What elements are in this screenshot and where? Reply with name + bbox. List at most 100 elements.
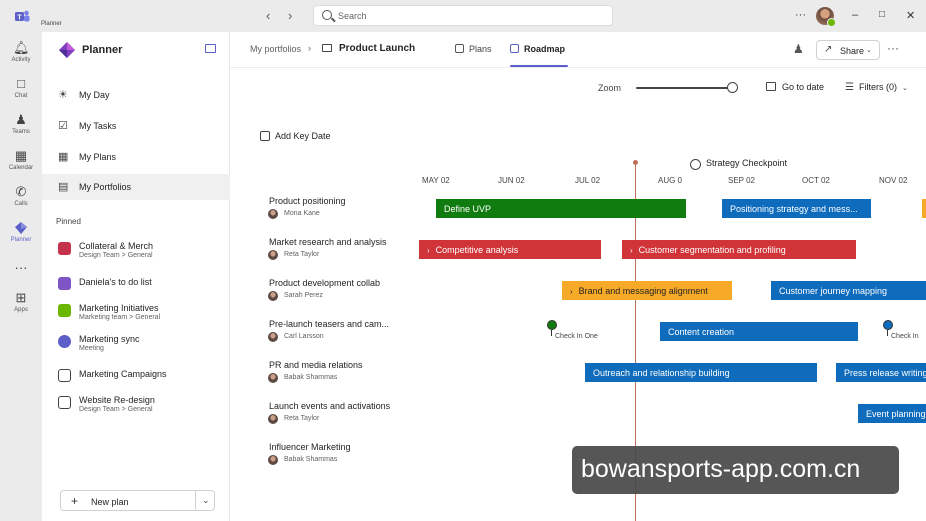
rail-item-chat[interactable]: □ Chat <box>0 76 42 99</box>
zoom-slider[interactable] <box>636 82 738 93</box>
split-divider <box>195 491 196 510</box>
bar-label: Brand and messaging alignment <box>578 286 708 296</box>
month-label: SEP 02 <box>728 176 755 185</box>
row-owner: Reta Taylor <box>284 415 320 422</box>
timeline-bar[interactable]: Event planning <box>858 404 926 423</box>
roadmap-row[interactable]: Product development collab Sarah Perez ›… <box>230 276 926 317</box>
collapse-sidebar-icon[interactable] <box>205 44 216 53</box>
nav-item-label: My Portfolios <box>79 182 132 192</box>
month-label: OCT 02 <box>802 176 830 185</box>
nav-item-my-portfolios[interactable]: ▤ My Portfolios <box>42 174 230 200</box>
plans-icon <box>455 44 464 53</box>
timeline-bar[interactable]: › Competitive analysis <box>419 240 601 259</box>
plan-item[interactable]: Marketing Campaigns <box>42 366 230 396</box>
roadmap-row[interactable]: Launch events and activations Reta Taylo… <box>230 399 926 440</box>
row-name: Launch events and activations <box>269 401 391 411</box>
more-options-icon[interactable]: ··· <box>795 9 806 21</box>
bell-icon: 🔔︎ <box>13 40 30 55</box>
check-in-pin-icon <box>883 320 893 330</box>
milestone-check-icon <box>690 159 701 170</box>
tab-roadmap[interactable]: Roadmap <box>510 44 565 54</box>
breadcrumb[interactable]: My portfolios <box>250 44 301 54</box>
chevron-down-icon[interactable]: ⌄ <box>202 495 210 506</box>
add-key-date-icon <box>260 131 270 141</box>
rail-item-label: Calendar <box>8 165 34 171</box>
more-options-icon[interactable]: ··· <box>887 41 899 55</box>
plan-name: Marketing sync <box>79 334 140 344</box>
rail-item-activity[interactable]: 🔔︎ Activity <box>0 40 42 63</box>
rail-item-planner[interactable]: Planner <box>0 220 42 243</box>
phone-icon: ✆ <box>15 184 27 199</box>
avatar <box>268 414 278 424</box>
plan-subtitle: Marketing team > General <box>79 314 161 321</box>
row-name: PR and media relations <box>269 360 363 370</box>
nav-item-my-tasks[interactable]: ☑ My Tasks <box>42 113 230 139</box>
plan-item[interactable]: Marketing Initiatives Marketing team > G… <box>42 301 230 331</box>
plan-item[interactable]: Marketing sync Meeting <box>42 332 230 362</box>
rail-item-calls[interactable]: ✆ Calls <box>0 184 42 207</box>
calendar-icon <box>766 82 776 91</box>
roadmap-row[interactable]: Market research and analysis Reta Taylor… <box>230 235 926 276</box>
share-button[interactable]: ↗ Share ⌄ <box>816 40 880 60</box>
row-name: Product positioning <box>269 196 346 206</box>
teams-icon: ♟ <box>15 112 27 127</box>
search-icon <box>322 10 332 20</box>
nav-item-my-day[interactable]: ☀ My Day <box>42 82 230 108</box>
chat-icon: □ <box>17 76 25 91</box>
watermark-text: bowansports-app.com.cn <box>572 446 899 494</box>
rail-item-teams[interactable]: ♟ Teams <box>0 112 42 135</box>
row-owner: Reta Taylor <box>284 251 320 258</box>
maximize-icon[interactable]: □ <box>879 9 885 20</box>
rail-more-apps[interactable]: ··· <box>0 260 42 276</box>
roadmap-row[interactable]: Pre-launch teasers and cam... Carl Larss… <box>230 317 926 358</box>
rail-item-calendar[interactable]: ▦ Calendar <box>0 148 42 171</box>
timeline-bar[interactable]: Press release writing <box>836 363 926 382</box>
search-box[interactable]: Search <box>313 5 613 26</box>
add-key-date-button[interactable]: Add Key Date <box>260 131 331 141</box>
plan-subtitle: Design Team > General <box>79 252 153 259</box>
tab-plans[interactable]: Plans <box>455 44 492 54</box>
teams-logo-icon: T <box>15 10 30 22</box>
minimize-icon[interactable]: – <box>852 9 858 21</box>
avatar <box>268 455 278 465</box>
timeline-bar[interactable]: Positioning strategy and mess... <box>722 199 871 218</box>
plan-item[interactable]: Collateral & Merch Design Team > General <box>42 239 230 269</box>
rail-item-apps[interactable]: ⊞ Apps <box>0 290 42 313</box>
back-arrow-icon[interactable]: ‹ <box>266 8 270 23</box>
bar-label: Customer journey mapping <box>779 286 888 296</box>
timeline-bar[interactable]: Define UVP <box>436 199 686 218</box>
plan-name: Daniela's to do list <box>79 277 152 287</box>
timeline-bar[interactable]: Outreach and relationship building <box>585 363 817 382</box>
zoom-slider-thumb[interactable] <box>727 82 738 93</box>
avatar <box>268 373 278 383</box>
rail-item-label: Apps <box>14 307 28 313</box>
plan-item[interactable]: Website Re-design Design Team > General <box>42 393 230 423</box>
new-plan-button[interactable]: + New plan ⌄ <box>60 490 215 511</box>
row-owner: Carl Larsson <box>284 333 324 340</box>
people-icon[interactable]: ♟ <box>793 42 804 56</box>
timeline-bar-offscreen[interactable] <box>922 199 926 218</box>
check-in-label: Check In <box>891 333 919 340</box>
row-owner: Sarah Perez <box>284 292 323 299</box>
go-to-date-button[interactable]: Go to date <box>766 82 824 92</box>
close-icon[interactable]: ✕ <box>906 9 915 22</box>
month-label: MAY 02 <box>422 176 450 185</box>
timeline-bar[interactable]: Content creation <box>660 322 858 341</box>
timeline-bar[interactable]: › Brand and messaging alignment <box>562 281 732 300</box>
timeline-bar[interactable]: Customer journey mapping <box>771 281 926 300</box>
share-label: Share <box>840 46 865 56</box>
filters-button[interactable]: ☰ Filters (0) ⌄ <box>845 82 908 93</box>
row-owner: Babak Shammas <box>284 456 338 463</box>
forward-arrow-icon[interactable]: › <box>288 8 292 23</box>
plan-name: Website Re-design <box>79 395 155 405</box>
check-in-label: Check In One <box>555 333 598 340</box>
timeline-bar[interactable]: › Customer segmentation and profiling <box>622 240 856 259</box>
plan-item[interactable]: Daniela's to do list <box>42 274 230 304</box>
check-in-stem <box>887 330 888 336</box>
nav-item-my-plans[interactable]: ▦ My Plans <box>42 144 230 170</box>
roadmap-row[interactable]: PR and media relations Babak Shammas Out… <box>230 358 926 399</box>
bar-label: Outreach and relationship building <box>593 368 730 378</box>
roadmap-icon <box>510 44 519 53</box>
user-avatar[interactable] <box>816 7 836 27</box>
roadmap-row[interactable]: Product positioning Mona Kane Define UVP… <box>230 194 926 235</box>
